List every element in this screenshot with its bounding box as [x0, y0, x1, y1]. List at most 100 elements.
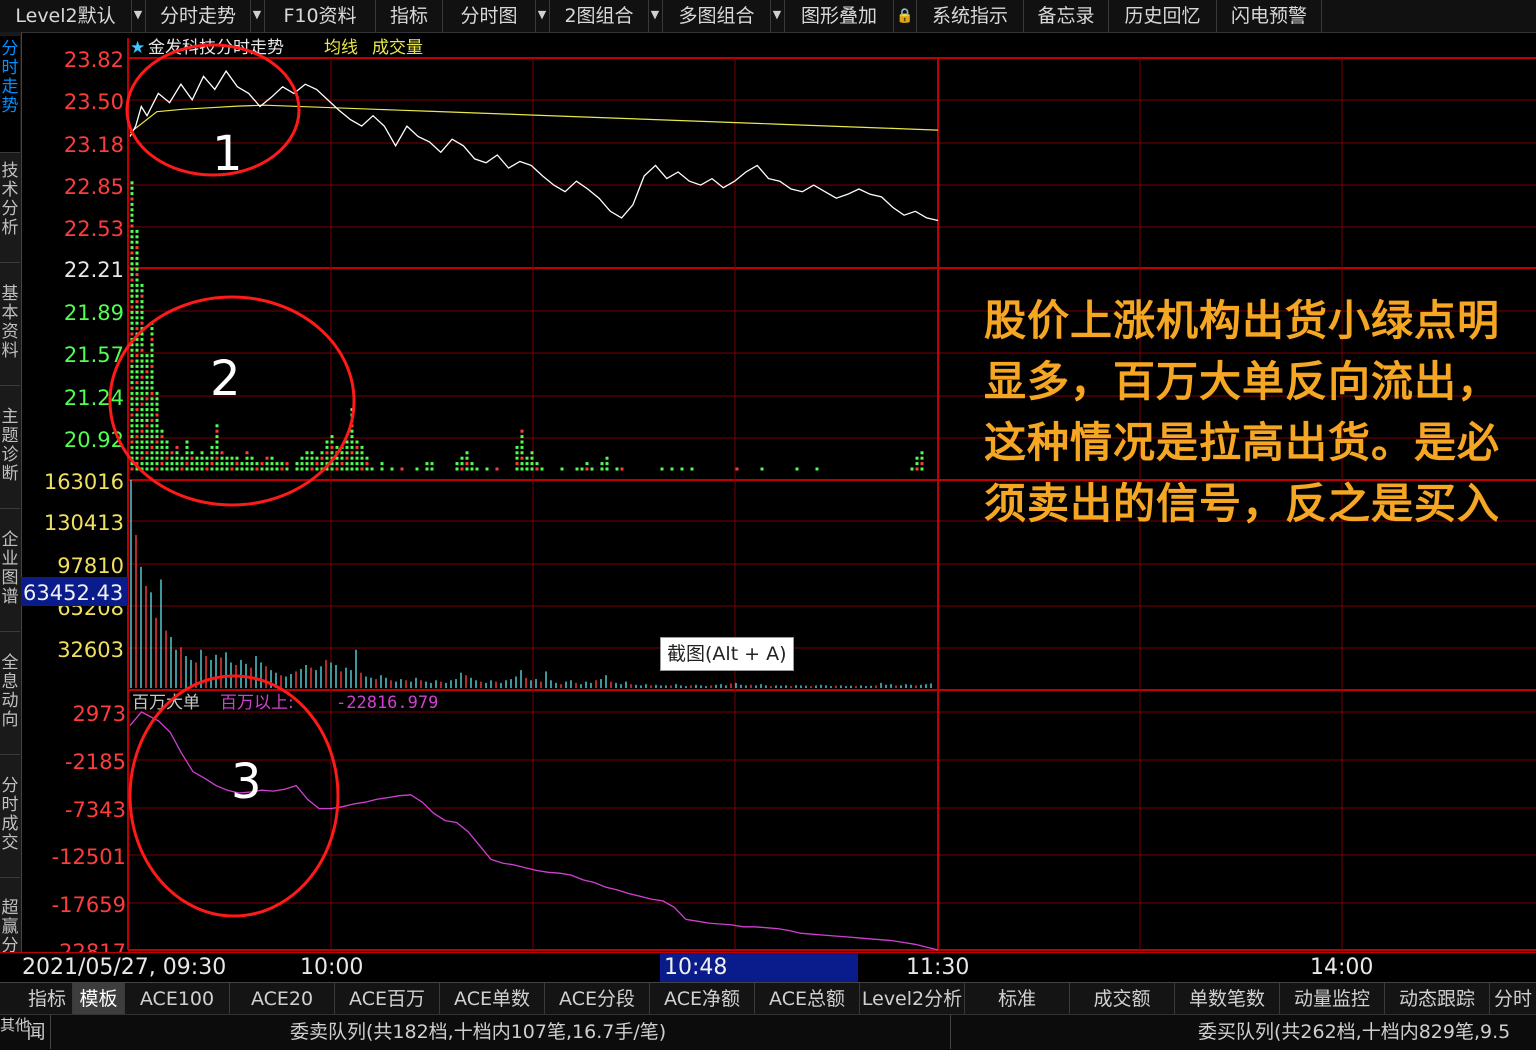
tab-template[interactable]: 模板 [73, 983, 125, 1015]
order-dot [145, 451, 149, 455]
order-dot [130, 251, 134, 255]
order-dot [340, 451, 344, 455]
tab-ace-total[interactable]: ACE总额 [755, 983, 860, 1015]
order-dot [150, 451, 154, 455]
toolbar-2-chart[interactable]: 2图组合 [550, 0, 649, 32]
toolbar-intraday[interactable]: 分时走势 [146, 0, 251, 32]
order-dot [130, 267, 134, 271]
tab-dynamic-track[interactable]: 动态跟踪 [1385, 983, 1490, 1015]
order-dot [235, 456, 239, 460]
order-dot [325, 445, 329, 449]
time-label-date: 2021/05/27, 09:30 [22, 955, 227, 980]
order-dot [130, 273, 134, 277]
order-dot [380, 462, 384, 466]
tab-ace100[interactable]: ACE100 [125, 983, 230, 1015]
order-dot [330, 440, 334, 444]
order-dot [270, 467, 274, 471]
tab-ace20[interactable]: ACE20 [230, 983, 335, 1015]
tab-intraday[interactable]: 分时 [1490, 983, 1536, 1015]
order-dot [155, 402, 159, 406]
big-order-title: 百万大单 [132, 693, 200, 713]
tab-ace-net[interactable]: ACE净额 [650, 983, 755, 1015]
order-dot [130, 283, 134, 287]
order-dot [620, 467, 624, 471]
order-dot [335, 462, 339, 466]
tab-ace-segment[interactable]: ACE分段 [545, 983, 650, 1015]
order-dot [910, 467, 914, 471]
order-dot [185, 467, 189, 471]
order-dot [140, 429, 144, 433]
toolbar-history[interactable]: 历史回忆 [1109, 0, 1217, 32]
order-dot [350, 440, 354, 444]
tab-turnover[interactable]: 成交额 [1070, 983, 1175, 1015]
order-dot [355, 456, 359, 460]
chevron-down-icon[interactable]: ▼ [250, 0, 265, 32]
toolbar-indicator[interactable]: 指标 [376, 0, 443, 32]
order-dot [140, 381, 144, 385]
order-dot [145, 413, 149, 417]
order-dot [305, 462, 309, 466]
toolbar-f10[interactable]: F10资料 [265, 0, 376, 32]
toolbar-overlay[interactable]: 图形叠加 [785, 0, 894, 32]
order-dot [145, 386, 149, 390]
order-dot [315, 462, 319, 466]
toolbar-intraday-chart[interactable]: 分时图 [443, 0, 536, 32]
tab-ace-million[interactable]: ACE百万 [335, 983, 440, 1015]
order-dot [155, 429, 159, 433]
order-dot [135, 386, 139, 390]
left-tab-other[interactable]: 其他 [0, 1017, 30, 1033]
order-dot [145, 462, 149, 466]
order-dot [160, 451, 164, 455]
order-dot [135, 408, 139, 412]
order-dot [135, 402, 139, 406]
tab-indicator[interactable]: 指标 [22, 983, 73, 1015]
tab-order-count[interactable]: 单数笔数 [1175, 983, 1280, 1015]
order-dot [680, 467, 684, 471]
order-dot [425, 462, 429, 466]
chevron-down-icon[interactable]: ▼ [648, 0, 663, 32]
toolbar-system[interactable]: 系统指示 [917, 0, 1024, 32]
order-dot [135, 397, 139, 401]
order-dot [145, 445, 149, 449]
order-dot [135, 262, 139, 266]
order-dot [230, 456, 234, 460]
order-dot [255, 462, 259, 466]
tab-standard[interactable]: 标准 [965, 983, 1070, 1015]
order-dot [520, 445, 524, 449]
toolbar-multi-chart[interactable]: 多图组合 [663, 0, 771, 32]
order-dot [155, 424, 159, 428]
order-dot [140, 462, 144, 466]
order-dot [465, 467, 469, 471]
order-dot [150, 418, 154, 422]
order-dot [530, 462, 534, 466]
tab-momentum[interactable]: 动量监控 [1280, 983, 1385, 1015]
order-dot [520, 456, 524, 460]
chevron-down-icon[interactable]: ▼ [770, 0, 785, 32]
big-order-tick-label: -22817 [52, 940, 126, 952]
tab-level2-analysis[interactable]: Level2分析 [860, 983, 965, 1015]
order-dot [135, 445, 139, 449]
order-dot [360, 451, 364, 455]
order-dot [350, 462, 354, 466]
toolbar-level2-default[interactable]: Level2默认 [0, 0, 132, 32]
order-dot [915, 467, 919, 471]
chevron-down-icon[interactable]: ▼ [535, 0, 550, 32]
order-dot [515, 456, 519, 460]
order-dot [330, 435, 334, 439]
order-dot [355, 462, 359, 466]
news-tab[interactable]: 闻 [22, 1015, 51, 1049]
tab-ace-count[interactable]: ACE单数 [440, 983, 545, 1015]
toolbar-memo[interactable]: 备忘录 [1024, 0, 1109, 32]
toolbar-flash-alert[interactable]: 闪电预警 [1217, 0, 1322, 32]
price-tick-label: 22.53 [64, 217, 124, 241]
order-dot [170, 467, 174, 471]
lock-icon[interactable]: 🔒 [894, 0, 917, 32]
order-dot [430, 462, 434, 466]
order-dot [140, 321, 144, 325]
order-dot [520, 435, 524, 439]
order-dot [215, 451, 219, 455]
order-dot [135, 391, 139, 395]
order-dot [140, 305, 144, 309]
chevron-down-icon[interactable]: ▼ [131, 0, 146, 32]
order-dot [130, 418, 134, 422]
